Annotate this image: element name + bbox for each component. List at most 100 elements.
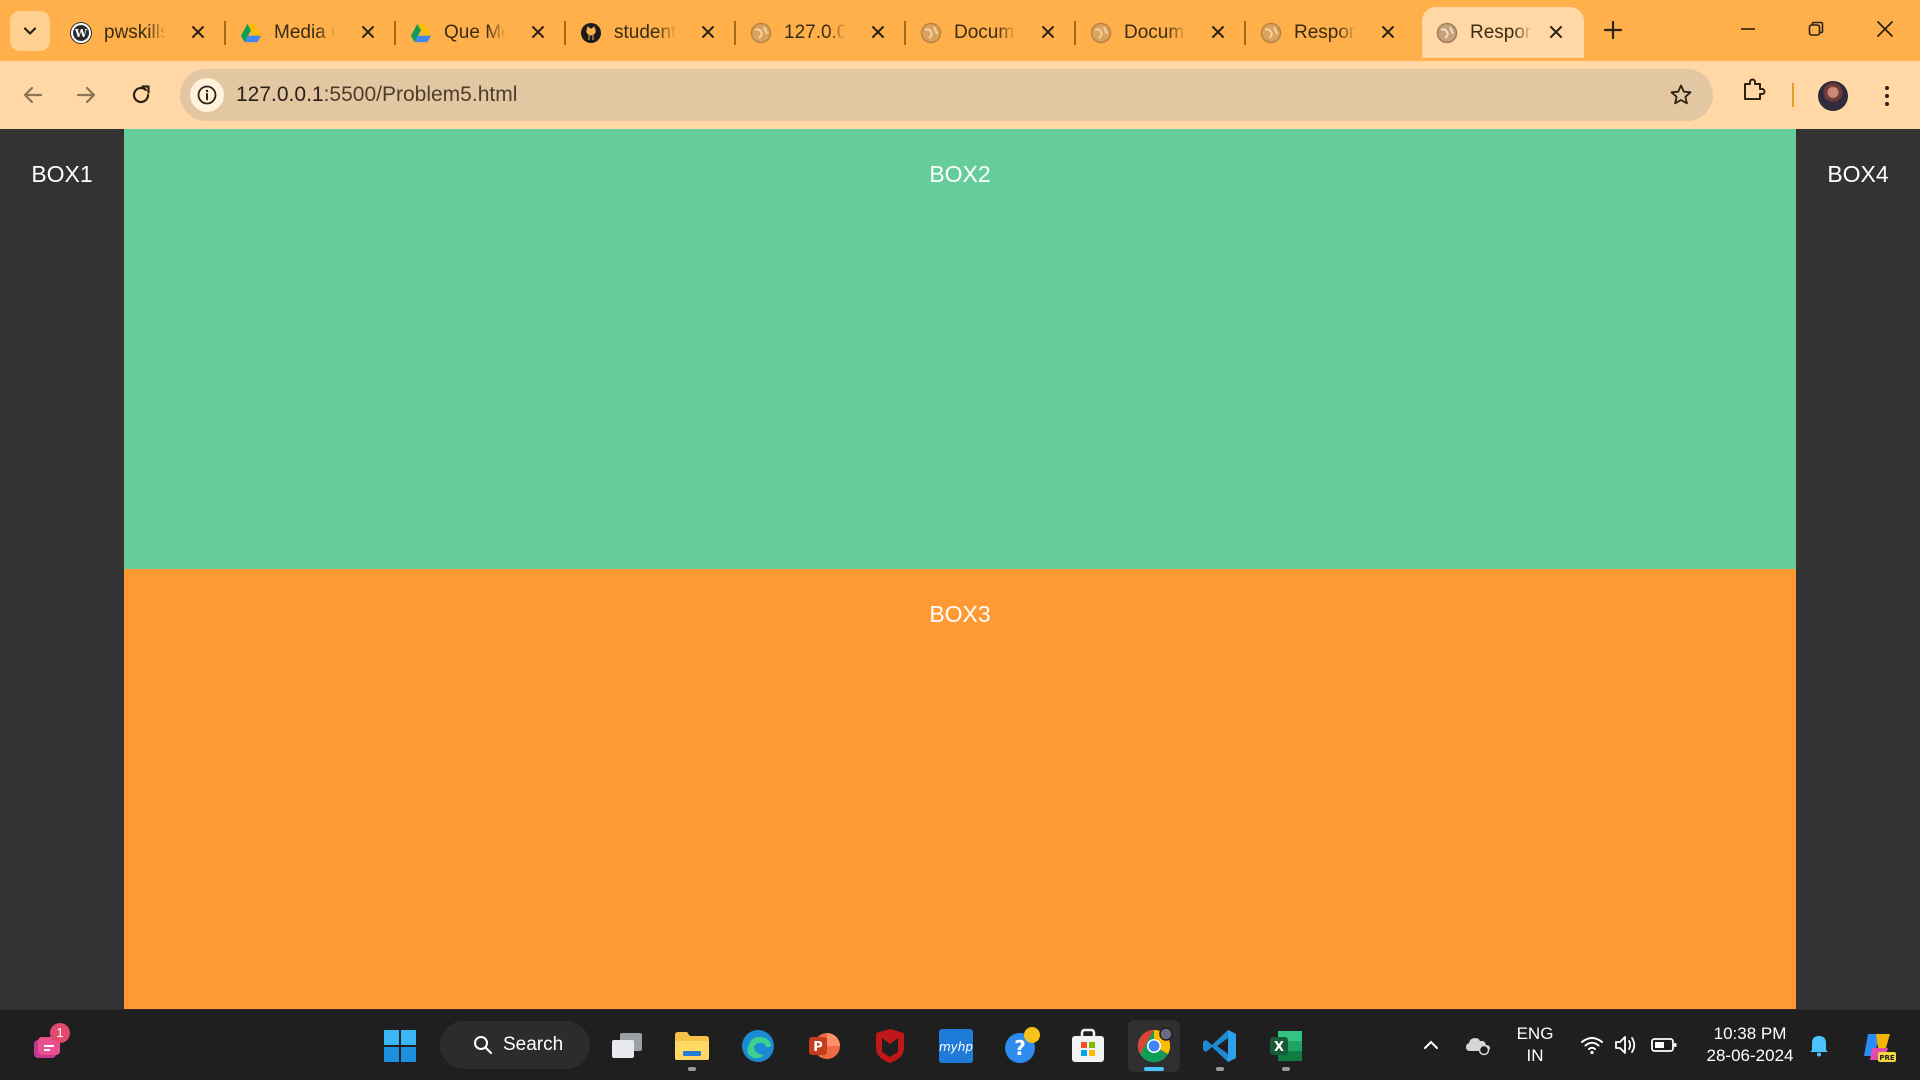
- bell-icon: [1810, 1036, 1828, 1057]
- back-button[interactable]: [13, 75, 53, 115]
- onedrive-tray[interactable]: [1465, 1032, 1491, 1058]
- search-label: Search: [503, 1034, 564, 1055]
- menu-dot: [1885, 94, 1889, 98]
- show-hidden-icons-button[interactable]: [1418, 1032, 1444, 1058]
- svg-text:X: X: [1274, 1040, 1284, 1055]
- taskbar-edge[interactable]: [732, 1020, 784, 1072]
- wifi-tray[interactable]: [1579, 1032, 1605, 1058]
- ms-store-icon: [1072, 1028, 1104, 1062]
- taskbar-vscode[interactable]: [1194, 1020, 1246, 1072]
- globe-icon: [750, 22, 772, 44]
- volume-icon: [1615, 1036, 1636, 1054]
- plus-icon: [1603, 20, 1623, 40]
- svg-text:P: P: [813, 1040, 823, 1055]
- language-code: ENG: [1516, 1024, 1554, 1043]
- clock-date: 28-06-2024: [1706, 1046, 1794, 1065]
- globe-icon: [920, 22, 942, 44]
- forward-button[interactable]: [66, 75, 106, 115]
- taskbar-excel[interactable]: X: [1260, 1020, 1312, 1072]
- close-icon[interactable]: [696, 20, 720, 44]
- vscode-icon: [1203, 1030, 1236, 1062]
- tab-title: Media C: [274, 21, 336, 43]
- arrow-right-icon: [76, 86, 96, 104]
- tab-title: pwskills: [104, 21, 166, 43]
- file-explorer-icon: [675, 1032, 709, 1060]
- tab-student[interactable]: student: [566, 7, 736, 58]
- notifications-button[interactable]: [1806, 1032, 1832, 1058]
- tab-search-button[interactable]: [10, 11, 50, 51]
- widgets-button[interactable]: 1: [22, 1020, 74, 1072]
- search-icon: [474, 1036, 493, 1055]
- taskbar-myhp[interactable]: myhp: [930, 1020, 982, 1072]
- task-view-button[interactable]: [601, 1020, 653, 1072]
- running-indicator: [1144, 1067, 1164, 1071]
- close-icon[interactable]: [1206, 20, 1230, 44]
- site-info-button[interactable]: [190, 78, 224, 112]
- close-icon[interactable]: [1544, 20, 1568, 44]
- google-drive-icon: [240, 22, 262, 44]
- tab-document-1[interactable]: Docume: [906, 7, 1076, 58]
- reload-icon: [132, 85, 150, 104]
- battery-tray[interactable]: [1651, 1032, 1677, 1058]
- box1-label: BOX1: [31, 161, 93, 187]
- copilot-button[interactable]: PRE: [1860, 1028, 1896, 1064]
- taskbar-mcafee[interactable]: [864, 1020, 916, 1072]
- browser-menu-button[interactable]: [1872, 81, 1902, 111]
- close-icon[interactable]: [866, 20, 890, 44]
- minimize-button[interactable]: [1718, 8, 1778, 50]
- tab-title: Docume: [954, 21, 1016, 43]
- tab-que-me[interactable]: Que Me: [396, 7, 566, 58]
- taskbar-ms-store[interactable]: [1062, 1020, 1114, 1072]
- start-button[interactable]: [374, 1020, 426, 1072]
- extensions-button[interactable]: [1739, 74, 1769, 104]
- close-icon[interactable]: [1036, 20, 1060, 44]
- profile-avatar[interactable]: [1818, 81, 1848, 111]
- svg-text:W: W: [74, 27, 88, 40]
- address-bar[interactable]: 127.0.0.1:5500/Problem5.html: [180, 69, 1713, 121]
- taskbar-chrome[interactable]: [1128, 1020, 1180, 1072]
- tab-title: Respons: [1470, 21, 1532, 43]
- minimize-icon: [1741, 28, 1755, 30]
- volume-tray[interactable]: [1613, 1032, 1639, 1058]
- reload-button[interactable]: [121, 75, 161, 115]
- battery-icon: [1651, 1038, 1677, 1052]
- google-drive-icon: [410, 22, 432, 44]
- new-tab-button[interactable]: [1595, 12, 1631, 48]
- taskbar-file-explorer[interactable]: [666, 1020, 718, 1072]
- arrow-left-icon: [23, 86, 43, 104]
- tab-responsive-1[interactable]: Respons: [1246, 7, 1416, 58]
- url-text[interactable]: 127.0.0.1:5500/Problem5.html: [236, 83, 517, 107]
- language-indicator[interactable]: ENG IN: [1510, 1023, 1560, 1067]
- close-icon[interactable]: [356, 20, 380, 44]
- globe-icon: [1090, 22, 1112, 44]
- clock-time: 10:38 PM: [1713, 1024, 1787, 1043]
- tab-pwskills[interactable]: W pwskills: [56, 7, 226, 58]
- wordpress-icon: W: [70, 21, 92, 44]
- tab-responsive-active[interactable]: Respons: [1422, 7, 1584, 58]
- powerpoint-icon: P: [809, 1033, 840, 1059]
- page-viewport: BOX1 BOX2 BOX3 BOX4: [0, 129, 1920, 1009]
- svg-text:PRE: PRE: [1879, 1054, 1895, 1062]
- close-window-button[interactable]: [1855, 8, 1915, 50]
- close-icon[interactable]: [1376, 20, 1400, 44]
- restore-button[interactable]: [1786, 8, 1846, 50]
- tab-localhost[interactable]: 127.0.0.: [736, 7, 906, 58]
- tab-title: Respons: [1294, 21, 1356, 43]
- close-icon[interactable]: [186, 20, 210, 44]
- globe-icon: [1436, 22, 1458, 44]
- bookmark-button[interactable]: [1667, 81, 1695, 109]
- chevron-up-icon: [1424, 1040, 1438, 1049]
- taskbar-get-help[interactable]: ?: [996, 1020, 1048, 1072]
- widgets-badge: 1: [50, 1023, 70, 1043]
- tab-strip: W pwskills Media C Que Me student 127.0: [0, 0, 1920, 61]
- github-icon: [580, 22, 602, 44]
- tab-media[interactable]: Media C: [226, 7, 396, 58]
- close-icon[interactable]: [526, 20, 550, 44]
- taskbar-powerpoint[interactable]: P: [798, 1020, 850, 1072]
- box4-label: BOX4: [1827, 161, 1889, 187]
- start-icon: [384, 1030, 416, 1062]
- tab-document-2[interactable]: Docume: [1076, 7, 1246, 58]
- box3-bottom: BOX3: [124, 569, 1796, 1009]
- taskbar-search[interactable]: Search: [440, 1021, 590, 1069]
- clock[interactable]: 10:38 PM 28-06-2024: [1692, 1023, 1808, 1067]
